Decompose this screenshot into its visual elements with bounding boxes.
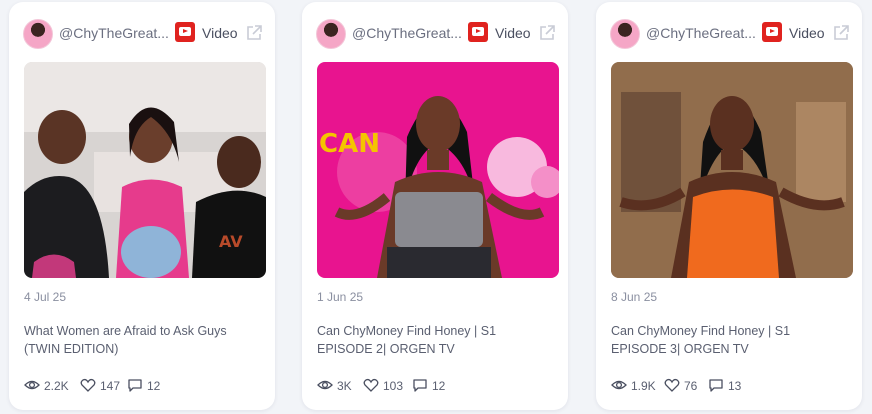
channel-handle[interactable]: @ChyTheGreat... <box>646 25 758 41</box>
comment-icon <box>413 379 427 392</box>
external-link-icon[interactable] <box>538 24 556 42</box>
eye-icon <box>317 380 333 390</box>
card-header: @ChyTheGreat... Video <box>596 18 862 50</box>
comments-count: 12 <box>147 379 161 393</box>
avatar[interactable] <box>610 19 640 49</box>
comments-count: 13 <box>728 379 742 393</box>
video-thumbnail[interactable] <box>611 62 853 278</box>
likes-count: 103 <box>383 379 404 393</box>
post-date: 4 Jul 25 <box>24 290 67 304</box>
source-label: Video <box>789 25 825 41</box>
post-date: 1 Jun 25 <box>317 290 364 304</box>
card-header: @ChyTheGreat... Video <box>9 18 275 50</box>
eye-icon <box>24 380 40 390</box>
heart-icon <box>664 378 680 392</box>
likes-count: 76 <box>684 379 698 393</box>
comments-count: 12 <box>432 379 446 393</box>
youtube-icon <box>175 22 195 42</box>
youtube-icon <box>468 22 488 42</box>
video-thumbnail[interactable]: CAN <box>317 62 559 278</box>
channel-handle[interactable]: @ChyTheGreat... <box>352 25 464 41</box>
comment-icon <box>709 379 723 392</box>
post-title[interactable]: What Women are Afraid to Ask Guys (TWIN … <box>24 322 260 358</box>
post-card[interactable]: @ChyTheGreat... Video CAN 1 Jun 25 Can C… <box>302 2 568 410</box>
youtube-icon <box>762 22 782 42</box>
views-count: 3K <box>337 379 352 393</box>
source-label: Video <box>202 25 238 41</box>
likes-count: 147 <box>100 379 121 393</box>
eye-icon <box>611 380 627 390</box>
channel-handle[interactable]: @ChyTheGreat... <box>59 25 171 41</box>
views-count: 2.2K <box>44 379 69 393</box>
post-title[interactable]: Can ChyMoney Find Honey | S1 EPISODE 3| … <box>611 322 847 358</box>
source-label: Video <box>495 25 531 41</box>
post-title[interactable]: Can ChyMoney Find Honey | S1 EPISODE 2| … <box>317 322 553 358</box>
post-card[interactable]: @ChyTheGreat... Video AV 4 Jul 25 What W… <box>9 2 275 410</box>
external-link-icon[interactable] <box>245 24 263 42</box>
card-header: @ChyTheGreat... Video <box>302 18 568 50</box>
avatar[interactable] <box>316 19 346 49</box>
comment-icon <box>128 379 142 392</box>
avatar[interactable] <box>23 19 53 49</box>
views-count: 1.9K <box>631 379 656 393</box>
post-date: 8 Jun 25 <box>611 290 658 304</box>
heart-icon <box>363 378 379 392</box>
svg-text:CAN: CAN <box>319 129 380 159</box>
heart-icon <box>80 378 96 392</box>
post-card[interactable]: @ChyTheGreat... Video 8 Jun 25 Can ChyMo… <box>596 2 862 410</box>
svg-text:AV: AV <box>219 232 243 251</box>
external-link-icon[interactable] <box>832 24 850 42</box>
video-thumbnail[interactable]: AV <box>24 62 266 278</box>
